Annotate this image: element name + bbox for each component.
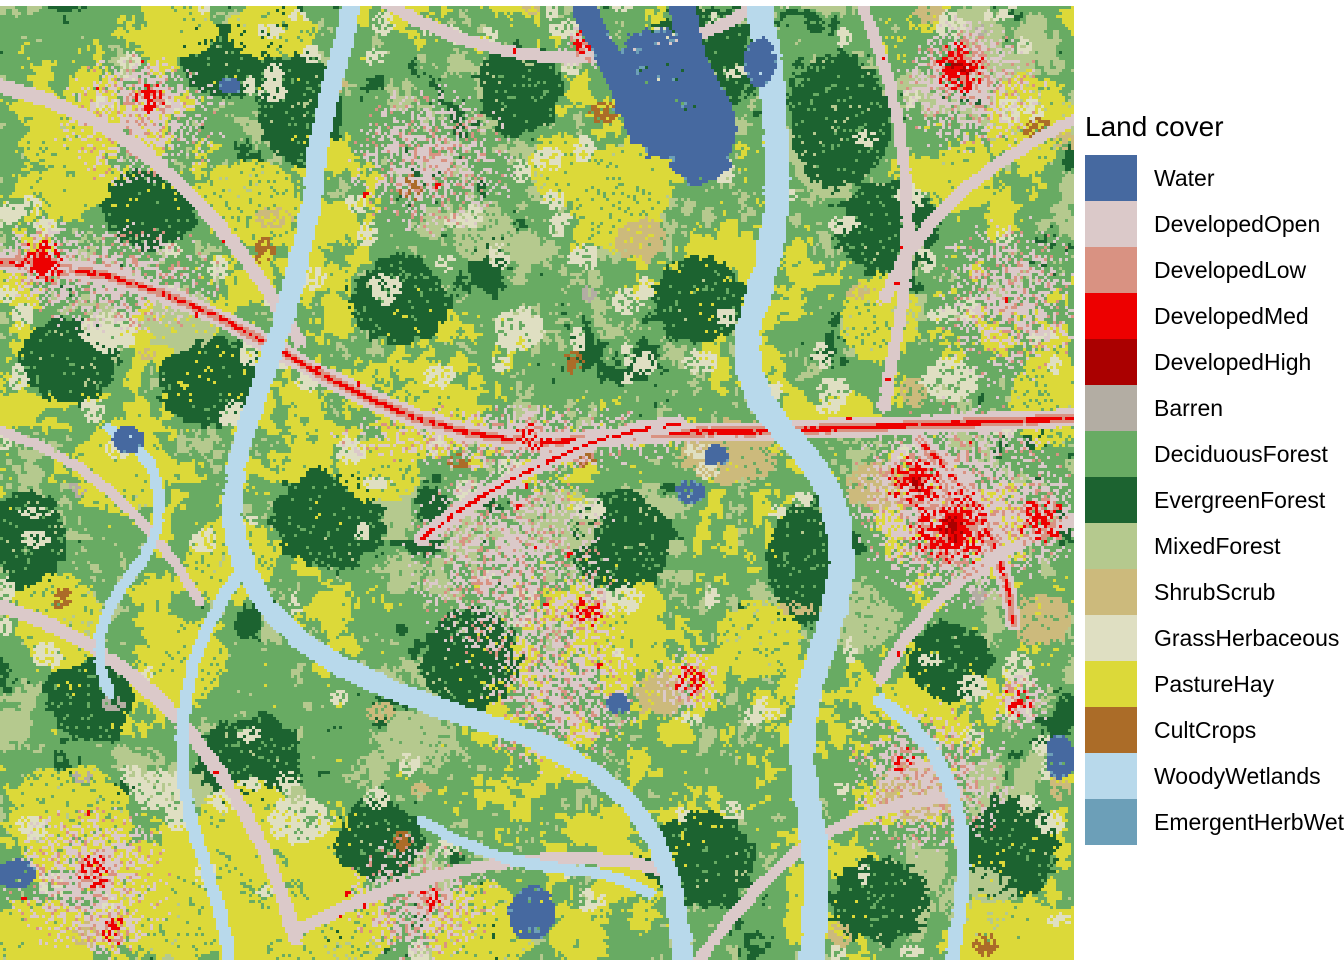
legend-swatch [1085,155,1137,201]
legend-row: DevelopedLow [1085,247,1306,293]
legend-swatch [1085,247,1137,293]
legend-row: Water [1085,155,1215,201]
land-cover-raster[interactable] [0,0,1074,960]
legend-row: PastureHay [1085,661,1274,707]
map-panel[interactable] [0,0,1074,960]
legend-label: EmergentHerbWet [1154,809,1344,835]
legend-label: EvergreenForest [1154,487,1326,513]
legend-row: EvergreenForest [1085,477,1325,523]
legend-row: DevelopedOpen [1085,201,1320,247]
legend-row: GrassHerbaceous [1085,615,1339,661]
legend-swatch [1085,615,1137,661]
legend-swatch [1085,339,1137,385]
legend-list: Water DevelopedOpen DevelopedLow DevelopedM… [1085,155,1344,845]
legend-title: Land cover [1085,111,1224,142]
legend-label: DevelopedOpen [1154,211,1321,237]
legend-row: CultCrops [1085,707,1256,753]
land-cover-map-page: Land cover Water DevelopedOpen DevelopedLo… [0,0,1344,960]
legend-label: DevelopedHigh [1154,349,1312,375]
legend-row: EmergentHerbWet [1085,799,1344,845]
legend-label: GrassHerbaceous [1154,625,1340,651]
legend-label: PastureHay [1154,671,1275,697]
legend-swatch [1085,753,1137,799]
legend-swatch [1085,661,1137,707]
legend-row: ShrubScrub [1085,569,1275,615]
legend-panel: Land cover Water DevelopedOpen DevelopedLo… [1074,0,1344,960]
legend-label: DeciduousForest [1154,441,1328,467]
legend-swatch [1085,201,1137,247]
legend-label: DevelopedMed [1154,303,1309,329]
legend-swatch [1085,293,1137,339]
legend-row: DeciduousForest [1085,431,1328,477]
legend-row: Barren [1085,385,1223,431]
legend-label: Water [1154,165,1215,191]
legend-label: ShrubScrub [1154,579,1276,605]
legend-row: DevelopedMed [1085,293,1309,339]
legend-label: CultCrops [1154,717,1257,743]
legend-swatch [1085,523,1137,569]
legend-swatch [1085,707,1137,753]
legend-label: DevelopedLow [1154,257,1307,283]
legend-swatch [1085,431,1137,477]
legend-row: DevelopedHigh [1085,339,1311,385]
legend-label: MixedForest [1154,533,1281,559]
legend-row: MixedForest [1085,523,1281,569]
legend-swatch [1085,569,1137,615]
legend-swatch [1085,799,1137,845]
legend-label: Barren [1154,395,1224,421]
legend-label: WoodyWetlands [1154,763,1321,789]
legend-swatch [1085,477,1137,523]
legend-swatch [1085,385,1137,431]
legend-row: WoodyWetlands [1085,753,1321,799]
